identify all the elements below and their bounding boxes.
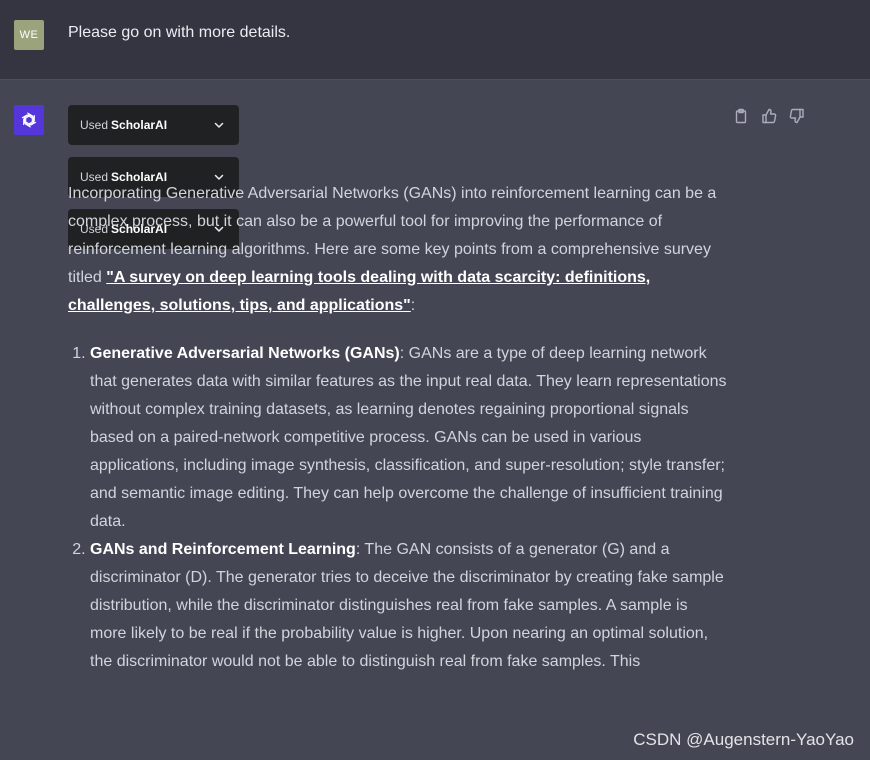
clipboard-icon[interactable]: [733, 108, 749, 124]
plugin-used-dropdown-1[interactable]: Used ScholarAI: [68, 105, 239, 145]
list-item-title: GANs and Reinforcement Learning: [90, 541, 356, 558]
list-item-title: Generative Adversarial Networks (GANs): [90, 345, 400, 362]
thumbs-up-icon[interactable]: [761, 108, 777, 124]
chevron-down-icon: [213, 119, 225, 134]
list-item-body: : The GAN consists of a generator (G) an…: [90, 541, 724, 670]
key-points-list: Generative Adversarial Networks (GANs): …: [68, 340, 728, 676]
openai-logo-icon: [14, 105, 44, 135]
user-message-row: WE Please go on with more details.: [0, 0, 870, 80]
thumbs-down-icon[interactable]: [789, 108, 805, 124]
user-avatar: WE: [14, 20, 44, 50]
message-actions: [733, 108, 805, 124]
user-message-text: Please go on with more details.: [68, 24, 291, 41]
list-item: GANs and Reinforcement Learning: The GAN…: [90, 536, 728, 676]
list-item: Generative Adversarial Networks (GANs): …: [90, 340, 728, 536]
intro-suffix: :: [410, 297, 416, 314]
plugin-name: ScholarAI: [111, 118, 168, 132]
plugin-used-label: Used: [80, 118, 109, 132]
list-item-body: : GANs are a type of deep learning netwo…: [90, 345, 727, 530]
survey-link[interactable]: "A survey on deep learning tools dealing…: [68, 269, 650, 314]
watermark: CSDN @Augenstern-YaoYao: [633, 730, 854, 749]
intro-paragraph: Incorporating Generative Adversarial Net…: [68, 180, 728, 320]
assistant-message-content: Incorporating Generative Adversarial Net…: [68, 180, 728, 676]
